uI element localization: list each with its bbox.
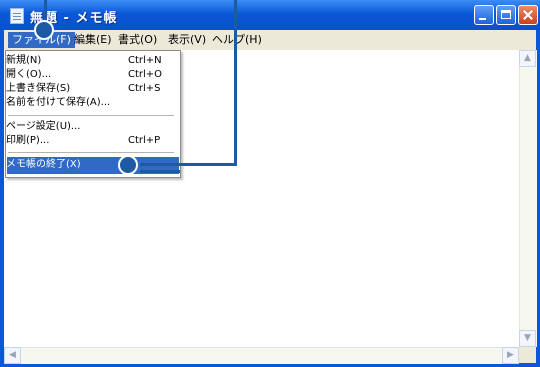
menu-separator [8, 115, 174, 116]
minimize-button[interactable] [474, 5, 494, 25]
resize-grip-icon[interactable] [519, 347, 536, 363]
menu-view[interactable]: 表示(V) [164, 32, 210, 48]
menu-item-save-as[interactable]: 名前を付けて保存(A)... [6, 95, 110, 111]
scroll-left-icon[interactable]: ◀ [4, 347, 21, 364]
menu-edit[interactable]: 編集(E) [70, 32, 116, 48]
callout-line-file [44, 0, 47, 22]
close-button[interactable] [518, 5, 538, 25]
scroll-right-icon[interactable]: ▶ [502, 347, 519, 364]
callout-line-horizontal [140, 163, 237, 166]
callout-dot-file [34, 20, 54, 40]
horizontal-scrollbar[interactable] [4, 347, 519, 364]
shortcut-print: Ctrl+P [128, 135, 161, 146]
callout-dot-exit [118, 155, 138, 175]
menu-item-exit[interactable]: メモ帳の終了(X) [6, 157, 81, 173]
notepad-icon [10, 8, 24, 24]
shortcut-save: Ctrl+S [128, 83, 161, 94]
callout-line-underline [140, 170, 180, 173]
title-bar[interactable]: 無題 - メモ帳 [0, 0, 540, 30]
callout-line-vertical [234, 0, 237, 166]
scroll-up-icon[interactable]: ▲ [519, 50, 536, 67]
maximize-button[interactable] [496, 5, 516, 25]
menu-format[interactable]: 書式(O) [114, 32, 161, 48]
menu-bar: ファイル(F) 編集(E) 書式(O) 表示(V) ヘルプ(H) [4, 30, 536, 50]
vertical-scrollbar[interactable] [519, 50, 537, 347]
menu-separator [8, 152, 174, 153]
menu-item-print[interactable]: 印刷(P)... [6, 133, 49, 149]
scroll-down-icon[interactable]: ▼ [519, 330, 536, 347]
